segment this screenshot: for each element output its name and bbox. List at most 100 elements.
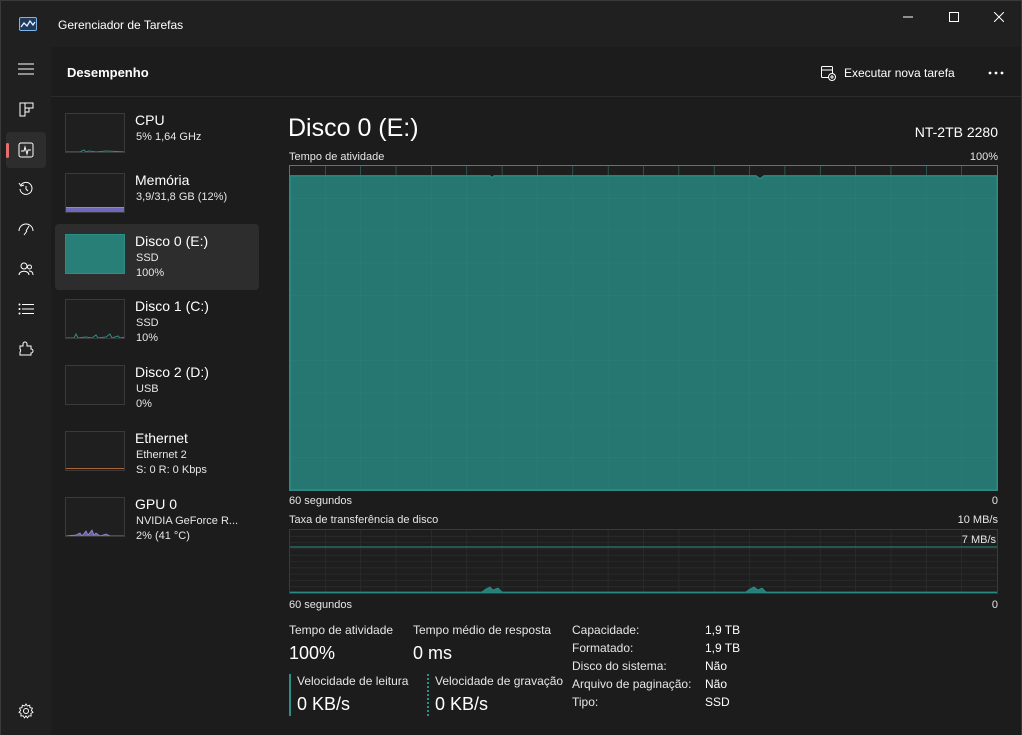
minimize-icon xyxy=(903,16,913,18)
services-icon xyxy=(19,341,34,356)
rail-item-details[interactable] xyxy=(6,291,46,327)
device-type: USB xyxy=(136,383,159,395)
device-usage: 10% xyxy=(136,332,159,344)
write-speed-value: 0 KB/s xyxy=(435,694,489,714)
device-name: Disco 0 (E:) xyxy=(135,233,209,249)
device-type: SSD xyxy=(136,317,159,329)
active-time-value: 100% xyxy=(289,643,336,663)
avg-response-time-value: 0 ms xyxy=(413,643,453,663)
rail-item-performance[interactable] xyxy=(6,132,46,168)
startup-icon xyxy=(18,223,34,236)
maximize-button[interactable] xyxy=(931,1,977,33)
active-time-graph xyxy=(289,165,998,491)
transfer-rate-graph-max: 10 MB/s xyxy=(957,514,998,526)
transfer-rate-graph xyxy=(289,529,998,594)
device-name: GPU 0 xyxy=(135,496,178,512)
disk-title: Disco 0 (E:) xyxy=(288,114,419,142)
disk-detail-panel: Disco 0 (E:) NT-2TB 2280 Tempo de ativid… xyxy=(263,97,1021,735)
page-header: Desempenho Executar nova tarefa xyxy=(51,47,1021,97)
disk-1-thumbnail-graph xyxy=(65,299,125,339)
device-adapter: Ethernet 2 xyxy=(136,449,187,461)
maximize-icon xyxy=(949,12,959,22)
disk-type-label: Tipo: xyxy=(572,695,599,709)
formatted-value: 1,9 TB xyxy=(705,641,741,655)
ethernet-thumbnail-graph xyxy=(65,431,125,471)
device-name: Disco 2 (D:) xyxy=(135,364,209,380)
page-file-label: Arquivo de paginação: xyxy=(572,677,692,691)
capacity-value: 1,9 TB xyxy=(705,623,741,637)
device-model: NVIDIA GeForce R... xyxy=(136,515,239,527)
device-usage: 100% xyxy=(136,267,165,279)
read-speed-indicator xyxy=(289,674,291,716)
device-list: CPU 5% 1,64 GHz Memória 3,9/31,8 GB (12%… xyxy=(51,97,263,735)
device-item-ethernet[interactable]: Ethernet Ethernet 2 S: 0 R: 0 Kbps xyxy=(55,423,259,487)
task-manager-app-icon xyxy=(19,17,37,31)
device-item-memory[interactable]: Memória 3,9/31,8 GB (12%) xyxy=(55,163,259,227)
device-type: SSD xyxy=(136,252,159,264)
processes-icon xyxy=(19,102,33,116)
device-item-disk-0[interactable]: Disco 0 (E:) SSD 100% xyxy=(55,224,259,290)
active-time-graph-label: Tempo de atividade xyxy=(289,151,385,163)
device-detail: 5% 1,64 GHz xyxy=(136,131,202,143)
read-speed-value: 0 KB/s xyxy=(297,694,351,714)
device-usage: 2% (41 °C) xyxy=(136,530,190,542)
device-item-gpu-0[interactable]: GPU 0 NVIDIA GeForce R... 2% (41 °C) xyxy=(55,489,259,553)
write-speed-indicator xyxy=(427,674,429,716)
system-disk-label: Disco do sistema: xyxy=(572,659,667,673)
memory-thumbnail-graph xyxy=(65,173,125,213)
navigation-rail xyxy=(1,47,51,735)
transfer-rate-graph-x-right: 0 xyxy=(991,599,998,611)
avg-response-time-label: Tempo médio de resposta xyxy=(413,623,552,637)
disk-2-thumbnail-graph xyxy=(65,365,125,405)
device-name: CPU xyxy=(135,112,165,128)
minimize-button[interactable] xyxy=(885,1,931,33)
transfer-rate-graph-label: Taxa de transferência de disco xyxy=(289,514,439,526)
more-options-button[interactable] xyxy=(981,61,1011,85)
device-item-disk-2[interactable]: Disco 2 (D:) USB 0% xyxy=(55,357,259,421)
device-item-cpu[interactable]: CPU 5% 1,64 GHz xyxy=(55,103,259,167)
transfer-rate-graph-mid: 7 MB/s xyxy=(961,534,996,546)
menu-icon xyxy=(18,63,34,75)
more-icon xyxy=(988,71,1004,75)
device-name: Ethernet xyxy=(135,430,188,446)
formatted-label: Formatado: xyxy=(572,641,634,655)
rail-item-app-history[interactable] xyxy=(6,171,46,207)
device-name: Memória xyxy=(135,172,190,188)
rail-item-startup[interactable] xyxy=(6,211,46,247)
run-new-task-label: Executar nova tarefa xyxy=(844,66,955,80)
run-new-task-button[interactable]: Executar nova tarefa xyxy=(821,62,955,84)
active-time-graph-x-left: 60 segundos xyxy=(289,495,352,507)
cpu-thumbnail-graph xyxy=(65,113,125,153)
close-button[interactable] xyxy=(976,1,1022,33)
device-usage: 0% xyxy=(136,398,152,410)
device-name: Disco 1 (C:) xyxy=(135,298,209,314)
read-speed-label: Velocidade de leitura xyxy=(297,674,409,688)
transfer-rate-graph-x-left: 60 segundos xyxy=(289,599,352,611)
system-disk-value: Não xyxy=(705,659,728,673)
window-title: Gerenciador de Tarefas xyxy=(58,18,184,32)
title-bar: Gerenciador de Tarefas xyxy=(1,1,1021,47)
rail-item-services[interactable] xyxy=(6,331,46,367)
active-time-area xyxy=(289,175,998,491)
settings-icon xyxy=(18,703,34,719)
page-title: Desempenho xyxy=(67,65,149,80)
performance-icon xyxy=(18,142,34,158)
write-speed-label: Velocidade de gravação xyxy=(435,674,564,688)
gpu-0-thumbnail-graph xyxy=(65,497,125,537)
disk-type-value: SSD xyxy=(705,695,730,709)
active-time-graph-x-right: 0 xyxy=(991,495,998,507)
rail-item-settings[interactable] xyxy=(6,693,46,729)
details-icon xyxy=(18,303,34,315)
rail-item-users[interactable] xyxy=(6,251,46,287)
app-history-icon xyxy=(18,181,33,195)
device-detail: 3,9/31,8 GB (12%) xyxy=(136,191,228,203)
new-task-icon xyxy=(821,65,836,81)
active-time-graph-max: 100% xyxy=(969,151,998,163)
close-icon xyxy=(994,12,1004,22)
rail-item-processes[interactable] xyxy=(6,91,46,127)
capacity-label: Capacidade: xyxy=(572,623,640,637)
menu-button[interactable] xyxy=(6,51,46,87)
device-item-disk-1[interactable]: Disco 1 (C:) SSD 10% xyxy=(55,291,259,355)
disk-model: NT-2TB 2280 xyxy=(914,124,998,140)
task-manager-window: Gerenciador de Tarefas Desempenho Execut… xyxy=(0,0,1022,735)
